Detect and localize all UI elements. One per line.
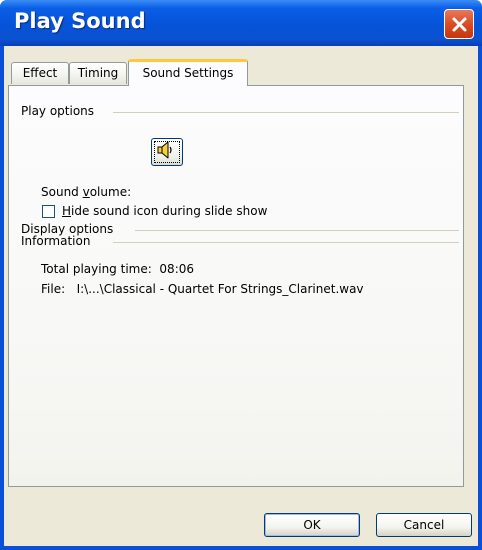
play-options-divider xyxy=(113,112,459,113)
tab-effect[interactable]: Effect xyxy=(11,62,69,84)
sound-volume-button[interactable] xyxy=(151,138,183,166)
file-path: File: I:\...\Classical - Quartet For Str… xyxy=(41,282,364,296)
ok-button[interactable]: OK xyxy=(264,513,360,537)
close-icon xyxy=(452,17,467,32)
tab-sound-settings-label: Sound Settings xyxy=(142,66,234,80)
total-playing-time-value: 08:06 xyxy=(159,262,195,276)
hide-sound-icon-label[interactable]: Hide sound icon during slide show xyxy=(62,204,267,218)
close-button[interactable] xyxy=(444,9,474,39)
hide-sound-icon-checkbox[interactable] xyxy=(42,205,55,218)
sound-volume-label: Sound volume: xyxy=(41,185,132,199)
total-playing-time: Total playing time: 08:06 xyxy=(41,262,195,276)
window-title: Play Sound xyxy=(14,9,146,33)
title-bar[interactable]: Play Sound xyxy=(0,0,482,46)
tab-effect-label: Effect xyxy=(22,66,58,80)
tab-timing[interactable]: Timing xyxy=(69,62,127,84)
display-options-divider xyxy=(135,230,459,231)
dialog-window: Play Sound Effect Timing Sound Settings … xyxy=(0,0,482,550)
tab-sound-settings[interactable]: Sound Settings xyxy=(128,59,248,86)
sound-settings-page: Play options Sound volume: Display optio… xyxy=(8,85,464,487)
play-options-heading: Play options xyxy=(21,104,95,118)
file-path-value: I:\...\Classical - Quartet For Strings_C… xyxy=(76,282,364,296)
tab-timing-label: Timing xyxy=(77,66,119,80)
information-divider xyxy=(113,242,459,243)
information-heading: Information xyxy=(21,234,91,248)
dialog-client-area: Effect Timing Sound Settings Play option… xyxy=(4,46,478,546)
speaker-icon xyxy=(157,141,172,159)
cancel-button[interactable]: Cancel xyxy=(376,513,472,537)
